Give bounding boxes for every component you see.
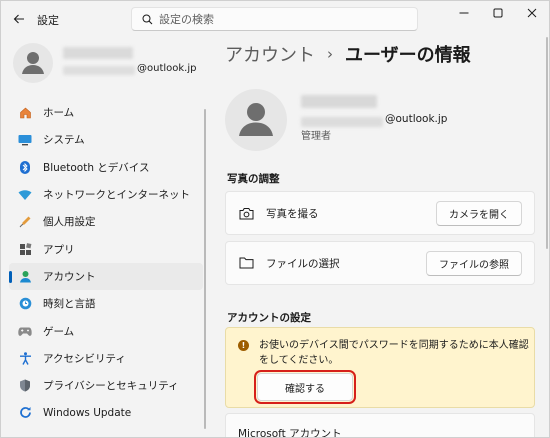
sidebar-item-label: ホーム [43,107,75,120]
settings-window: 設定 設定の検索 @outlook.jp ホーム システム Bluetooth … [0,0,550,438]
close-icon [527,8,537,18]
verify-identity-banner: ! お使いのデバイス間でパスワードを同期するために本人確認をしてください。 確認… [225,327,535,408]
windows-update-icon [18,406,32,420]
close-button[interactable] [515,1,549,25]
breadcrumb-parent[interactable]: アカウント [225,41,315,67]
sidebar-item-label: アクセシビリティ [43,352,126,365]
minimize-icon [459,12,469,14]
search-input[interactable]: 設定の検索 [131,7,418,31]
search-placeholder: 設定の検索 [159,13,214,26]
camera-icon [238,205,254,221]
sidebar-item-label: ゲーム [43,325,75,338]
sidebar-item-bluetooth[interactable]: Bluetooth とデバイス [9,154,203,181]
profile-email-suffix: @outlook.jp [137,63,197,74]
back-arrow-icon [13,14,24,24]
sidebar-item-personalization[interactable]: 個人用設定 [9,208,203,235]
main-scrollbar[interactable] [546,37,548,249]
choose-file-row: ファイルの選択 ファイルの参照 [225,241,535,285]
sidebar-item-system[interactable]: システム [9,126,203,153]
maximize-button[interactable] [481,1,515,25]
user-silhouette-icon [22,52,44,74]
account-icon [18,269,32,283]
browse-files-button[interactable]: ファイルの参照 [426,251,522,276]
title-bar: 設定 設定の検索 [1,1,549,37]
sidebar-item-home[interactable]: ホーム [9,99,203,126]
sidebar-item-label: 時刻と言語 [43,298,96,311]
blurred-user-email [63,66,135,75]
sidebar-nav: ホーム システム Bluetooth とデバイス ネットワークとインターネット … [9,99,203,427]
sidebar-item-label: アプリ [43,243,75,256]
sidebar-item-windows-update[interactable]: Windows Update [9,399,203,426]
minimize-button[interactable] [447,1,481,25]
warning-icon: ! [238,340,249,351]
sidebar-item-label: Bluetooth とデバイス [43,161,150,174]
blurred-user-email [301,117,383,127]
back-button[interactable] [9,9,29,29]
sidebar-item-label: 個人用設定 [43,216,96,229]
user-avatar [225,89,287,151]
user-email-suffix: @outlook.jp [385,113,448,125]
privacy-shield-icon [18,379,32,393]
choose-file-label: ファイルの選択 [266,257,340,270]
sidebar-item-label: ネットワークとインターネット [43,189,190,202]
take-photo-row: 写真を撮る カメラを開く [225,191,535,235]
folder-icon [238,255,254,271]
sidebar-item-network[interactable]: ネットワークとインターネット [9,181,203,208]
sidebar-item-accounts[interactable]: アカウント [9,262,203,291]
user-silhouette-icon [239,103,273,136]
apps-icon [18,242,32,256]
page-title: ユーザーの情報 [345,45,471,66]
time-language-icon [18,297,32,311]
avatar [13,43,53,83]
breadcrumb-separator: › [327,45,333,63]
photo-section-title: 写真の調整 [227,173,280,185]
sidebar-item-gaming[interactable]: ゲーム [9,317,203,344]
sidebar-profile[interactable]: @outlook.jp [13,43,203,83]
system-icon [18,133,32,147]
warning-message: お使いのデバイス間でパスワードを同期するために本人確認をしてください。 [259,340,529,366]
sidebar-item-label: Windows Update [43,406,132,419]
sidebar-item-time-language[interactable]: 時刻と言語 [9,290,203,317]
verify-button[interactable]: 確認する [254,370,356,404]
sidebar-item-apps[interactable]: アプリ [9,235,203,262]
bluetooth-icon [18,160,32,174]
app-title: 設定 [37,14,59,27]
sidebar-item-label: システム [43,134,85,147]
blurred-user-name [63,47,133,59]
window-controls [447,1,549,25]
user-role: 管理者 [301,131,331,142]
open-camera-button[interactable]: カメラを開く [436,201,522,226]
search-icon [142,14,153,24]
microsoft-account-row[interactable]: Microsoft アカウント [225,413,535,438]
sidebar-item-label: プライバシーとセキュリティ [43,380,179,393]
user-info: @outlook.jp 管理者 [225,89,535,151]
sidebar-item-label: アカウント [43,270,96,283]
sidebar-item-accessibility[interactable]: アクセシビリティ [9,345,203,372]
accessibility-icon [18,351,32,365]
maximize-icon [493,8,503,18]
sidebar-item-privacy[interactable]: プライバシーとセキュリティ [9,372,203,399]
breadcrumb: アカウント › ユーザーの情報 [225,41,471,67]
network-icon [18,188,32,202]
take-photo-label: 写真を撮る [266,207,319,220]
gaming-icon [18,324,32,338]
account-settings-title: アカウントの設定 [227,312,311,324]
blurred-user-name [301,95,377,108]
home-icon [18,106,32,120]
microsoft-account-label: Microsoft アカウント [238,428,342,438]
personalization-icon [18,215,32,229]
sidebar-scrollbar[interactable] [204,109,206,429]
